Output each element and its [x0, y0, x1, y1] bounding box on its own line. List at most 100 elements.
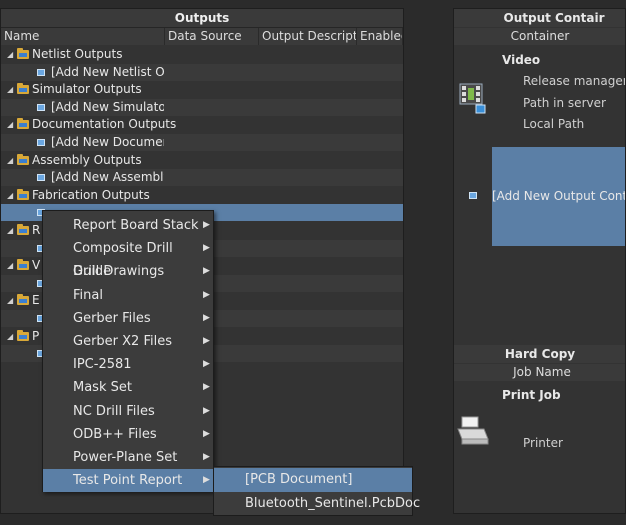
menu-item-gerber-files[interactable]: Gerber Files ▶: [43, 307, 213, 330]
collapse-arrow-icon[interactable]: ◢: [7, 46, 13, 63]
submenu-arrow-icon: ▶: [203, 405, 210, 416]
submenu-item-bluetooth-sentinel[interactable]: Bluetooth_Sentinel.PcbDoc: [214, 492, 420, 516]
video-container-heading: Video: [502, 53, 541, 67]
tree-item-label: [Add New Documentati: [51, 135, 164, 149]
printer-icon: [456, 415, 490, 447]
column-header-container[interactable]: Container: [454, 28, 625, 45]
menu-item-label: Final: [73, 287, 103, 303]
tree-group-row[interactable]: ◢ Netlist Outputs: [1, 46, 403, 63]
submenu-arrow-icon: ▶: [203, 289, 210, 300]
add-new-container-icon: [469, 192, 477, 199]
tree-item-row[interactable]: [Add New Simulator Ou: [1, 98, 403, 116]
menu-item-label: Test Point Report: [73, 473, 183, 489]
column-header-name[interactable]: Name: [1, 28, 165, 45]
menu-item-label: Report Board Stack: [73, 218, 199, 233]
collapse-arrow-icon[interactable]: ◢: [7, 152, 13, 169]
tree-group-label: Fabrication Outputs: [32, 187, 150, 202]
submenu-item-pcb-document[interactable]: [PCB Document]: [214, 468, 412, 492]
menu-item-test-point-report[interactable]: Test Point Report ▶: [43, 469, 213, 493]
tree-item-label: [Add New Assembly Ou: [51, 170, 164, 185]
print-job-field-printer: Printer: [523, 436, 563, 450]
add-output-icon: [37, 139, 45, 146]
menu-item-label: NC Drill Files: [73, 403, 155, 419]
submenu-arrow-icon: ▶: [203, 428, 210, 439]
tree-group-label: E: [32, 293, 40, 308]
menu-item-gerber-x2-files[interactable]: Gerber X2 Files ▶: [43, 330, 213, 353]
collapse-arrow-icon[interactable]: ◢: [7, 222, 13, 239]
tree-group-row[interactable]: ◢ Assembly Outputs: [1, 152, 403, 169]
output-containers-panel: Output Contair Container Video Release m…: [453, 8, 626, 514]
output-folder-icon: [17, 224, 29, 235]
submenu-arrow-icon: ▶: [203, 336, 210, 346]
menu-item-nc-drill-files[interactable]: NC Drill Files ▶: [43, 400, 213, 423]
outputs-panel-title: Outputs: [1, 9, 403, 28]
menu-item-ipc-2581[interactable]: IPC-2581 ▶: [43, 353, 213, 376]
tree-group-label: Assembly Outputs: [32, 152, 142, 167]
output-folder-icon: [17, 259, 29, 271]
menu-item-label: ODB++ Files: [73, 426, 157, 442]
column-header-enabled[interactable]: Enabled: [357, 28, 403, 45]
test-point-report-submenu: [PCB Document] Bluetooth_Sentinel.PcbDoc: [213, 466, 420, 516]
menu-item-final[interactable]: Final ▶: [43, 284, 213, 307]
collapse-arrow-icon[interactable]: ◢: [7, 187, 13, 204]
collapse-arrow-icon[interactable]: ◢: [7, 81, 13, 98]
output-folder-icon: [17, 83, 29, 95]
video-container-icon: [458, 81, 488, 115]
submenu-arrow-icon: ▶: [203, 266, 210, 277]
submenu-item-label: [PCB Document]: [245, 472, 353, 487]
submenu-arrow-icon: ▶: [203, 243, 210, 254]
menu-item-drill-drawings[interactable]: Drill Drawings ▶: [43, 260, 213, 283]
menu-item-report-board-stack[interactable]: Report Board Stack ▶: [43, 214, 213, 237]
column-header-data-source[interactable]: Data Source: [165, 28, 259, 45]
menu-item-label: Mask Set: [73, 380, 132, 396]
tree-item-row[interactable]: [Add New Netlist Outpu: [1, 63, 403, 81]
tree-group-row[interactable]: ◢ Simulator Outputs: [1, 81, 403, 98]
menu-item-odb-files[interactable]: ODB++ Files ▶: [43, 423, 213, 446]
menu-item-power-plane-set[interactable]: Power-Plane Set ▶: [43, 446, 213, 469]
tree-group-label: P: [32, 328, 40, 343]
context-menu: Report Board Stack ▶ Composite Drill Guide…: [42, 210, 214, 493]
column-header-job-name[interactable]: Job Name: [454, 364, 625, 381]
tree-item-row[interactable]: [Add New Documentati: [1, 134, 403, 151]
video-field-local-path: Local Path: [523, 117, 585, 131]
tree-group-label: V: [32, 258, 41, 273]
tree-group-row[interactable]: ◢ Documentation Outputs: [1, 116, 403, 133]
tree-group-label: R: [32, 223, 41, 237]
video-field-path-in-server: Path in server: [523, 96, 606, 110]
add-output-icon: [37, 174, 45, 182]
submenu-arrow-icon: ▶: [203, 475, 210, 486]
menu-item-label: Drill Drawings: [73, 264, 165, 280]
collapse-arrow-icon[interactable]: ◢: [7, 116, 13, 133]
add-output-icon: [37, 103, 45, 111]
containers-panel-title: Output Contair: [454, 9, 625, 27]
print-job-heading: Print Job: [502, 388, 561, 402]
hard-copy-title: Hard Copy: [454, 345, 625, 363]
video-field-release: Release management: [523, 74, 625, 88]
collapse-arrow-icon[interactable]: ◢: [7, 257, 13, 274]
collapse-arrow-icon[interactable]: ◢: [7, 292, 13, 309]
menu-item-label: Gerber X2 Files: [73, 334, 172, 349]
submenu-arrow-icon: ▶: [203, 452, 210, 462]
tree-item-label: [Add New Netlist Outpu: [51, 64, 164, 79]
menu-item-label: Gerber Files: [73, 310, 151, 326]
menu-item-composite-drill-guide[interactable]: Composite Drill Guide ▶: [43, 237, 213, 279]
output-folder-icon: [17, 48, 29, 59]
collapse-arrow-icon[interactable]: ◢: [7, 328, 13, 345]
menu-item-mask-set[interactable]: Mask Set ▶: [43, 376, 213, 399]
submenu-arrow-icon: ▶: [203, 359, 210, 370]
add-new-output-container[interactable]: [Add New Output Containe: [492, 189, 625, 203]
output-folder-icon: [17, 294, 29, 306]
submenu-item-label: Bluetooth_Sentinel.PcbDoc: [245, 496, 421, 511]
output-folder-icon: [17, 153, 29, 165]
column-header-output-description[interactable]: Output Descripti...: [259, 28, 357, 45]
add-output-icon: [37, 68, 45, 76]
output-folder-icon: [17, 329, 29, 341]
submenu-arrow-icon: ▶: [203, 382, 210, 393]
submenu-arrow-icon: ▶: [203, 312, 210, 323]
tree-item-row[interactable]: [Add New Assembly Ou: [1, 169, 403, 187]
tree-group-row[interactable]: ◢ Fabrication Outputs: [1, 187, 403, 204]
tree-group-label: Documentation Outputs: [32, 117, 177, 132]
tree-group-label: Netlist Outputs: [32, 47, 123, 61]
output-folder-icon: [17, 188, 29, 200]
tree-item-label: [Add New Simulator Ou: [51, 99, 164, 114]
